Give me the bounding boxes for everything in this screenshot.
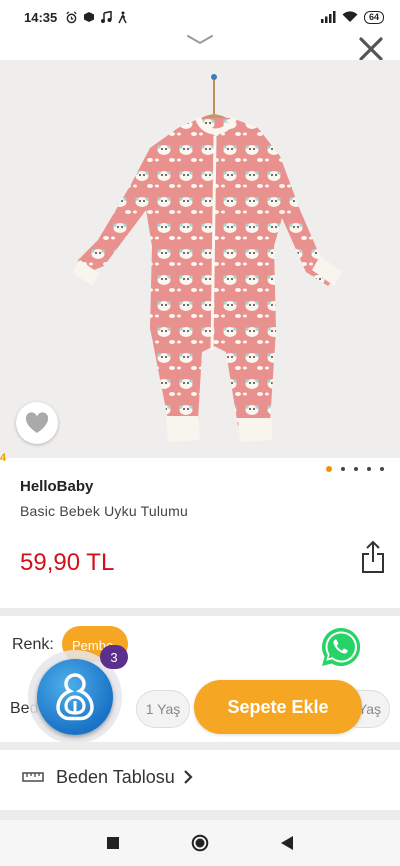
color-label: Renk:	[12, 636, 54, 653]
gallery-pagination	[326, 466, 384, 472]
music-icon	[101, 10, 112, 23]
system-navigation-bar	[0, 820, 400, 866]
status-icons	[65, 10, 128, 24]
wifi-icon	[342, 11, 358, 22]
size-table-label: Beden Tablosu	[56, 766, 175, 787]
favorite-button[interactable]	[16, 402, 58, 444]
divider	[0, 608, 400, 616]
gallery-dot[interactable]	[380, 467, 384, 471]
battery-icon: 64	[363, 10, 384, 24]
alarm-icon	[66, 11, 77, 23]
walk-icon	[118, 11, 127, 23]
status-bar: 14:35 64	[0, 0, 400, 34]
divider	[0, 810, 400, 820]
gallery-dot[interactable]	[326, 466, 332, 472]
share-icon[interactable]	[360, 540, 386, 574]
assistant-icon	[56, 673, 94, 721]
box-icon	[84, 12, 95, 22]
product-brand[interactable]: HelloBaby	[20, 478, 93, 495]
square-icon	[107, 837, 120, 849]
chevron-right-icon	[184, 770, 193, 784]
whatsapp-icon[interactable]	[319, 625, 363, 669]
size-option-1-yas[interactable]: 1 Yaş	[136, 690, 190, 728]
product-image[interactable]	[0, 60, 400, 458]
gallery-dot[interactable]	[341, 467, 345, 471]
add-to-cart-button[interactable]: Sepete Ekle	[194, 680, 362, 734]
back-button[interactable]	[272, 828, 302, 858]
image-index: 4	[0, 452, 7, 464]
circle-icon	[191, 834, 209, 852]
gallery-dot[interactable]	[354, 467, 358, 471]
signal-icon	[320, 11, 336, 23]
divider	[0, 742, 400, 750]
product-price: 59,90 TL	[20, 549, 115, 576]
assistant-logo	[37, 659, 113, 735]
ruler-icon	[22, 772, 44, 782]
recent-apps-button[interactable]	[98, 828, 128, 858]
home-button[interactable]	[185, 828, 215, 858]
product-photo	[72, 74, 342, 442]
gallery-dot[interactable]	[367, 467, 371, 471]
heart-icon	[25, 412, 49, 433]
notification-badge: 3	[100, 645, 128, 669]
modal-header	[0, 30, 400, 61]
chevron-down-icon[interactable]	[186, 34, 214, 46]
size-table-link[interactable]: Beden Tablosu	[0, 750, 400, 804]
triangle-back-icon	[280, 836, 293, 850]
product-name: Basic Bebek Uyku Tulumu	[20, 503, 189, 519]
status-time: 14:35	[24, 9, 58, 25]
